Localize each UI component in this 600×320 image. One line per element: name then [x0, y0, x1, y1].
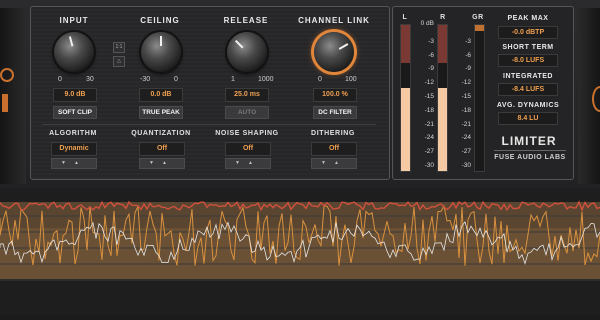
meter-scale-tick: -30: [461, 162, 471, 169]
meter-left-label: L: [402, 14, 408, 21]
input-max: 30: [86, 76, 94, 83]
input-knob[interactable]: [54, 32, 94, 72]
meter-scale-tick: -3: [465, 37, 471, 45]
soft-clip-button[interactable]: SOFT CLIP: [53, 106, 97, 119]
dc-filter-button[interactable]: DC FILTER: [313, 106, 357, 119]
meter-scale-tick: -9: [465, 65, 471, 73]
noise-shaping-arrows[interactable]: ▼▲: [225, 158, 271, 169]
ceiling-value[interactable]: 0.0 dB: [139, 88, 183, 102]
right-side-rail: [578, 8, 600, 184]
short-term-label: SHORT TERM: [502, 44, 554, 51]
meter-scale-tick: -18: [424, 106, 434, 114]
meter-scale: -3 -6 -9 -12 -15 -18 -21 -24 -27 -30: [412, 24, 434, 170]
waveform-history-graph: [0, 188, 600, 315]
algorithm-arrows[interactable]: ▼▲: [51, 158, 97, 169]
meter-scale-tick: -21: [424, 120, 434, 128]
ceiling-max: 0: [174, 76, 178, 83]
brand-divider: [494, 150, 566, 151]
release-title: RELEASE: [223, 16, 269, 25]
channel-link-min: 0: [318, 76, 322, 83]
meter-scale-tick: -6: [428, 51, 434, 59]
channel-link-max: 100: [345, 76, 357, 83]
panel-divider: [42, 124, 376, 125]
peak-max-value[interactable]: -0.0 dBTP: [498, 26, 558, 39]
integrated-label: INTEGRATED: [503, 73, 553, 80]
avg-dynamics-label: AVG. DYNAMICS: [496, 102, 560, 109]
noise-shaping-title: NOISE SHAPING: [215, 130, 279, 137]
gain-reduction-meter: [474, 24, 485, 172]
algorithm-select[interactable]: Dynamic: [51, 142, 97, 156]
release-knob[interactable]: [227, 32, 267, 72]
waveform-svg: [0, 188, 600, 315]
left-meter: [400, 24, 411, 172]
short-term-value: -8.0 LUFS: [498, 54, 558, 67]
input-title: INPUT: [59, 16, 89, 25]
algorithm-title: ALGORITHM: [49, 130, 97, 137]
meter-scale-tick: -21: [461, 120, 471, 128]
release-min: 1: [231, 76, 235, 83]
quantization-title: QUANTIZATION: [131, 130, 191, 137]
channel-link-knob[interactable]: [314, 32, 354, 72]
meter-scale-tick: -12: [461, 79, 471, 87]
quantization-arrows[interactable]: ▼▲: [139, 158, 185, 169]
meter-scale-tick: -27: [461, 148, 471, 156]
meter-scale-tick: -15: [461, 93, 471, 100]
dithering-arrows[interactable]: ▼▲: [311, 158, 357, 169]
meter-right-label: R: [440, 14, 446, 21]
peak-max-label: PEAK MAX: [507, 15, 549, 22]
left-logo-strip: [0, 60, 14, 120]
warning-triangle-icon[interactable]: △: [113, 56, 125, 67]
avg-dynamics-value: 8.4 LU: [498, 112, 558, 125]
link-ratio-button[interactable]: 1:1: [113, 42, 125, 53]
ceiling-min: -30: [140, 76, 151, 83]
right-meter: [437, 24, 448, 172]
company-name: FUSE AUDIO LABS: [494, 154, 566, 161]
input-min: 0: [58, 76, 62, 83]
meter-scale-tick: -24: [424, 134, 434, 142]
auto-release-button[interactable]: AUTO: [225, 106, 269, 119]
meter-gr-label: GR: [472, 14, 484, 21]
meter-scale-tick: -3: [428, 37, 434, 45]
meter-scale-tick: -24: [461, 134, 471, 142]
meter-scale-right: -3 -6 -9 -12 -15 -18 -21 -24 -27 -30: [449, 24, 471, 170]
meter-scale-tick: -15: [424, 93, 434, 100]
channel-link-title: CHANNEL LINK: [298, 16, 370, 25]
integrated-value: -8.4 LUFS: [498, 83, 558, 96]
ceiling-knob[interactable]: [141, 32, 181, 72]
noise-shaping-select[interactable]: Off: [225, 142, 271, 156]
input-value[interactable]: 9.0 dB: [53, 88, 97, 102]
ceiling-title: CEILING: [140, 16, 180, 25]
true-peak-button[interactable]: TRUE PEAK: [139, 106, 183, 119]
dithering-select[interactable]: Off: [311, 142, 357, 156]
quantization-select[interactable]: Off: [139, 142, 185, 156]
release-max: 1000: [258, 76, 274, 83]
meter-scale-tick: -12: [424, 79, 434, 87]
release-value[interactable]: 25.0 ms: [225, 88, 269, 102]
product-name: LIMITER: [501, 134, 557, 148]
meter-scale-tick: -27: [424, 148, 434, 156]
dithering-title: DITHERING: [311, 130, 355, 137]
meter-scale-tick: -9: [428, 65, 434, 73]
meter-scale-tick: -18: [461, 106, 471, 114]
channel-link-value[interactable]: 100.0 %: [313, 88, 357, 102]
meter-scale-tick: -6: [465, 51, 471, 59]
meter-scale-tick: -30: [424, 162, 434, 169]
